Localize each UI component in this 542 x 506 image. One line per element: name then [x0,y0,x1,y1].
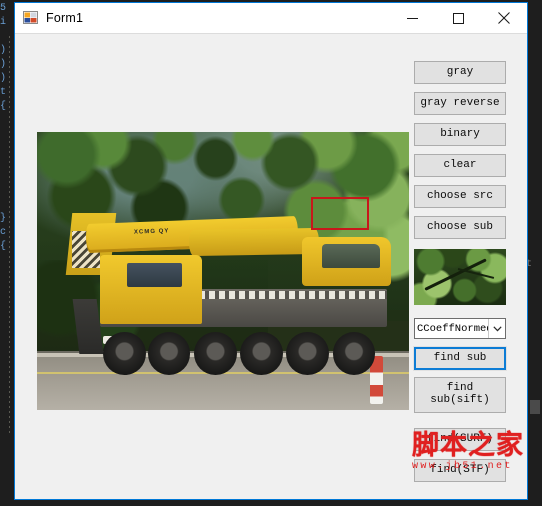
find-surf-button[interactable]: find(SURF) [414,428,506,451]
outrigger [72,299,104,355]
choose-src-button[interactable]: choose src [414,185,506,208]
crane-truck: XCMG QY [52,210,394,382]
match-method-combobox[interactable]: CCoeffNormed [414,318,506,339]
find-sub-button[interactable]: find sub [413,346,507,371]
deck-hazard-stripe [188,290,388,300]
window-controls [389,3,527,33]
maximize-button[interactable] [435,3,481,33]
chevron-down-icon[interactable] [488,319,505,338]
screen: 5 i ) ) ) t { } c { at ) Form1 [0,0,542,506]
crane-boom-extension [188,227,320,256]
source-photo: XCMG QY [37,132,409,410]
wheel [240,332,283,376]
match-method-value: CCoeffNormed [417,322,488,335]
wheel [193,332,237,376]
title-bar[interactable]: Form1 [15,3,527,33]
source-picture-box[interactable]: XCMG QY [37,132,409,410]
gray-reverse-button[interactable]: gray reverse [414,92,506,115]
close-button[interactable] [481,3,527,33]
boom-brand-text: XCMG QY [133,228,170,236]
minimize-button[interactable] [389,3,435,33]
wheel [332,332,376,376]
find-sub-sift-button[interactable]: find sub(sift) [414,377,506,413]
wheel [103,332,146,376]
gray-button[interactable]: gray [414,61,506,84]
template-picture-box[interactable] [414,249,506,305]
truck-windshield [127,263,182,288]
form-window: Form1 XCMG QY gray gray reverse binary c… [14,2,528,500]
scrollbar-thumb[interactable] [530,400,540,414]
choose-sub-button[interactable]: choose sub [414,216,506,239]
wheel [286,332,330,376]
clear-button[interactable]: clear [414,154,506,177]
find-stf-button[interactable]: find(STF) [414,459,506,482]
indent-guide [9,36,10,434]
binary-button[interactable]: binary [414,123,506,146]
wheel [147,332,191,376]
form-client-area: XCMG QY gray gray reverse binary clear c… [15,33,527,499]
crane-cab-window [322,244,381,269]
visual-studio-form-icon [23,10,39,26]
window-title: Form1 [46,11,84,25]
